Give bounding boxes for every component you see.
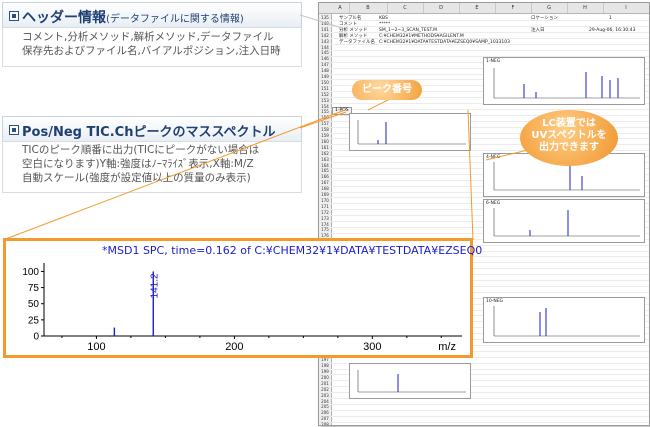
zoom-connector-left — [2, 109, 346, 241]
spectrum-chart: 100 75 50 25 0 100 200 300 m/z 141.2 — [22, 263, 462, 353]
spectrum-axes: 100 75 50 25 0 100 200 300 m/z — [22, 263, 462, 353]
x-tick-label: 300 — [363, 341, 381, 353]
connector-lines — [2, 14, 529, 241]
header-connector — [299, 14, 343, 29]
lc-callout: LC装置では UVスペクトルを 出力できます — [520, 110, 618, 166]
y-tick-label: 75 — [28, 283, 40, 294]
spectrum-connector — [299, 111, 347, 129]
zoom-connector-right — [467, 109, 474, 241]
lc-callout-line: UVスペクトルを — [531, 130, 607, 141]
lc-callout-line: 出力できます — [539, 142, 599, 153]
peak-number-callout: ピーク番号 — [352, 80, 422, 100]
x-tick-label: 200 — [225, 341, 243, 353]
x-axis-unit: m/z — [438, 341, 456, 353]
peak-label: 141.2 — [149, 273, 160, 298]
spectrum-bars: 141.2 — [113, 271, 160, 336]
y-tick-label: 25 — [28, 315, 40, 326]
y-tick-label: 50 — [28, 299, 40, 310]
y-tick-label: 0 — [33, 332, 39, 343]
y-tick-label: 100 — [22, 267, 39, 278]
zoomed-spectrum-box: *MSD1 SPC, time=0.162 of C:¥CHEM32¥1¥DAT… — [3, 238, 482, 358]
lc-callout-line: LC装置では — [542, 118, 596, 129]
peak-callout-pointer — [367, 99, 389, 111]
x-tick-label: 100 — [87, 341, 105, 353]
